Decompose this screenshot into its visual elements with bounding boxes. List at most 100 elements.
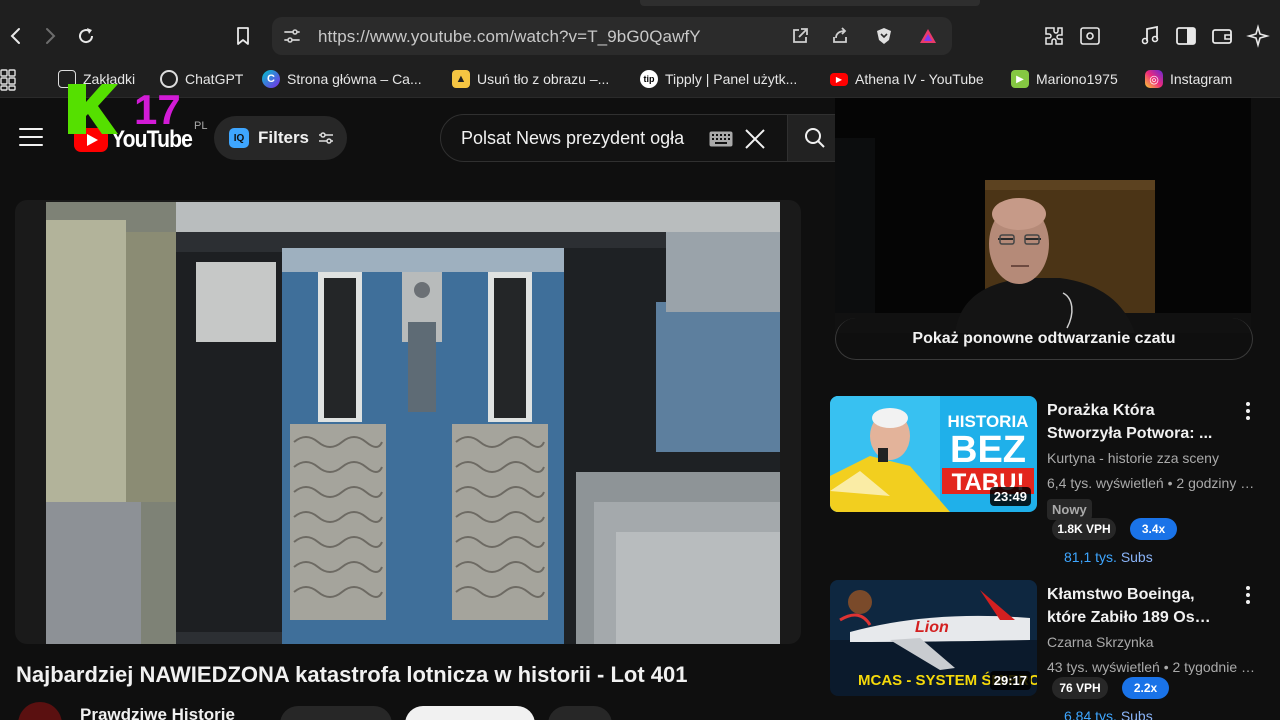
search-input[interactable]: Polsat News prezydent ogła xyxy=(461,128,707,149)
bookmark-label: Tipply | Panel użytk... xyxy=(665,71,798,87)
apps-grid-icon[interactable] xyxy=(0,69,22,91)
bookmark-label: Strona główna – Ca... xyxy=(287,71,422,87)
forward-arrow-icon xyxy=(46,28,56,44)
keyboard-icon[interactable] xyxy=(709,131,733,147)
filters-extension-icon: IQ xyxy=(229,128,249,148)
webcam-overlay xyxy=(835,98,1251,333)
tipply-icon: tip xyxy=(640,70,658,88)
bookmark-label: Mariono1975 xyxy=(1036,71,1118,87)
bookmark-label: Usuń tło z obrazu –... xyxy=(477,71,610,87)
video-thumbnail[interactable]: HISTORIA BEZ TABU! 23:49 xyxy=(830,396,1037,512)
back-button[interactable] xyxy=(2,22,30,50)
search-box[interactable]: Polsat News prezydent ogła xyxy=(440,114,841,162)
leo-ai-icon[interactable] xyxy=(1246,24,1270,48)
instagram-icon: ◎ xyxy=(1145,70,1163,88)
bookmark-page-button[interactable] xyxy=(229,22,257,50)
search-icon xyxy=(804,128,825,148)
action-pill[interactable] xyxy=(280,706,392,720)
canva-icon: C xyxy=(262,70,280,88)
recommended-channel[interactable]: Czarna Skrzynka xyxy=(1047,634,1237,650)
video-title: Najbardziej NAWIEDZONA katastrofa lotnic… xyxy=(16,662,688,687)
chat-replay-label: Pokaż ponowne odtwarzanie czatu xyxy=(912,329,1176,347)
browser-toolbar: https://www.youtube.com/watch?v=T_9bG0Qa… xyxy=(0,12,1280,60)
title-line-2: Stworzyła Potwora: ... xyxy=(1047,425,1213,442)
recommended-channel[interactable]: Kurtyna - historie zza sceny xyxy=(1047,450,1237,466)
bookmark-mariono[interactable]: ▶ Mariono1975 xyxy=(1011,69,1118,89)
menu-hamburger-icon[interactable] xyxy=(19,128,43,146)
browser-tab-strip xyxy=(0,0,1280,12)
subs-count: 6,84 tys. Subs xyxy=(1064,708,1153,720)
k17-number: 17 xyxy=(134,86,181,133)
forward-button[interactable] xyxy=(36,22,64,50)
multiplier-badge: 3.4x xyxy=(1130,518,1177,540)
video-frame[interactable] xyxy=(46,202,780,644)
bookmark-label: Athena IV - YouTube xyxy=(855,71,984,87)
subs-count: 81,1 tys. Subs xyxy=(1064,549,1153,565)
channel-avatar[interactable] xyxy=(18,702,62,720)
filters-button[interactable]: IQ Filters xyxy=(214,116,347,160)
new-badge: Nowy xyxy=(1047,499,1092,520)
subs-value: 6,84 tys. xyxy=(1064,708,1117,720)
thumb-text-lion: Lion xyxy=(915,619,949,636)
bookmark-tipply[interactable]: tip Tipply | Panel użytk... xyxy=(640,69,797,89)
video-thumbnail[interactable]: Lion MCAS - SYSTEM ŚMIERCI 29:17 xyxy=(830,580,1037,696)
sliders-icon xyxy=(319,132,334,144)
back-arrow-icon xyxy=(10,28,20,44)
share-icon[interactable] xyxy=(830,26,850,46)
address-bar[interactable]: https://www.youtube.com/watch?v=T_9bG0Qa… xyxy=(272,17,952,55)
reload-button[interactable] xyxy=(72,22,100,50)
channel-row: Prawdziwe Historie xyxy=(16,702,816,720)
brave-rewards-icon[interactable] xyxy=(918,26,938,46)
k17-overlay-logo: 17 xyxy=(68,84,181,134)
open-external-icon[interactable] xyxy=(790,26,810,46)
bookmark-canva[interactable]: C Strona główna – Ca... xyxy=(262,69,422,89)
video-duration: 29:17 xyxy=(989,671,1031,690)
more-options-icon[interactable] xyxy=(1240,584,1256,606)
reload-icon xyxy=(79,28,94,44)
url-text[interactable]: https://www.youtube.com/watch?v=T_9bG0Qa… xyxy=(318,27,701,47)
remove-bg-icon: ▲ xyxy=(452,70,470,88)
title-line-1: Kłamstwo Boeinga, xyxy=(1047,586,1195,603)
bookmark-athena[interactable]: ▶ Athena IV - YouTube xyxy=(830,69,984,89)
screenshot-icon[interactable] xyxy=(1078,24,1102,48)
recommended-video-2[interactable]: Lion MCAS - SYSTEM ŚMIERCI 29:17 Kłamstw… xyxy=(830,580,1257,720)
title-line-2: które Zabiło 189 Osó... xyxy=(1047,609,1217,626)
title-line-1: Porażka Która xyxy=(1047,402,1155,419)
wallet-icon[interactable] xyxy=(1210,24,1234,48)
thumb-text-bez: BEZ xyxy=(950,429,1026,471)
channel-name[interactable]: Prawdziwe Historie xyxy=(80,705,235,720)
site-settings-icon[interactable] xyxy=(282,26,302,46)
multiplier-badge: 2.2x xyxy=(1122,677,1169,699)
subs-value: 81,1 tys. xyxy=(1064,549,1117,565)
recommended-meta: 6,4 tys. wyświetleń • 2 godziny temu xyxy=(1047,475,1257,491)
recommended-title[interactable]: Porażka Która Stworzyła Potwora: ... xyxy=(1047,399,1217,445)
brave-shield-icon[interactable] xyxy=(874,26,894,46)
recommended-meta: 43 tys. wyświetleń • 2 tygodnie temu xyxy=(1047,659,1257,675)
video-duration: 23:49 xyxy=(989,487,1031,506)
bookmark-instagram[interactable]: ◎ Instagram xyxy=(1145,69,1232,89)
recommended-title[interactable]: Kłamstwo Boeinga, które Zabiło 189 Osó..… xyxy=(1047,583,1217,629)
rumble-icon: ▶ xyxy=(1011,70,1029,88)
recommended-video-1[interactable]: HISTORIA BEZ TABU! 23:49 Porażka Która S… xyxy=(830,396,1257,566)
show-chat-replay-button[interactable]: Pokaż ponowne odtwarzanie czatu xyxy=(835,318,1253,360)
action-pill-2[interactable] xyxy=(548,706,612,720)
extensions-icon[interactable] xyxy=(1042,24,1066,48)
subs-label: Subs xyxy=(1120,549,1153,565)
bookmark-label: Instagram xyxy=(1170,71,1233,87)
youtube-icon: ▶ xyxy=(830,72,848,86)
filters-label: Filters xyxy=(258,128,310,147)
vph-badge: 76 VPH xyxy=(1052,677,1108,699)
active-tab[interactable] xyxy=(640,0,980,6)
bookmark-remove-bg[interactable]: ▲ Usuń tło z obrazu –... xyxy=(452,69,609,89)
bookmark-icon xyxy=(237,27,249,45)
more-options-icon[interactable] xyxy=(1240,400,1256,422)
video-player[interactable] xyxy=(15,200,801,644)
subs-label: Subs xyxy=(1120,708,1153,720)
search-button[interactable] xyxy=(787,115,841,161)
clear-search-icon[interactable] xyxy=(743,127,767,151)
sidebar-toggle-icon[interactable] xyxy=(1174,24,1198,48)
media-music-icon[interactable] xyxy=(1138,24,1162,48)
vph-badge: 1.8K VPH xyxy=(1052,518,1116,540)
subscribe-button[interactable] xyxy=(405,706,535,720)
region-code: PL xyxy=(194,120,208,132)
